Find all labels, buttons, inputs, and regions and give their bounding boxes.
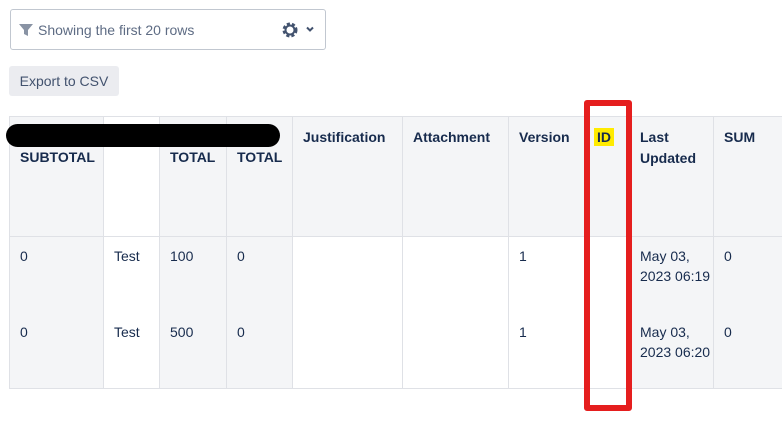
filter-icon bbox=[19, 24, 33, 36]
table-cell: Test bbox=[103, 236, 160, 313]
column-header[interactable]: Last Updated bbox=[629, 116, 714, 237]
redaction-bar bbox=[6, 124, 280, 147]
column-header[interactable]: Version bbox=[508, 116, 586, 237]
data-table: SUBTOTAL TOTAL TOTAL Justification Attac… bbox=[9, 116, 782, 400]
table-cell bbox=[292, 236, 403, 313]
table-cell: 100 bbox=[159, 236, 227, 313]
table-cell: 0 bbox=[226, 312, 293, 389]
table-cell: Test bbox=[103, 312, 160, 389]
table-row: 0 Test 100 0 1 May 03, 2023 06:19 0 bbox=[9, 236, 782, 313]
table-cell: 1 bbox=[508, 236, 586, 313]
table-cell: 1 bbox=[508, 312, 586, 389]
table-cell: 0 bbox=[9, 236, 104, 313]
settings-dropdown-button[interactable] bbox=[281, 21, 321, 41]
table-cell: 500 bbox=[159, 312, 227, 389]
table-cell bbox=[402, 236, 509, 313]
filter-label: Showing the first 20 rows bbox=[38, 22, 195, 38]
chevron-down-icon bbox=[306, 26, 314, 32]
gear-icon bbox=[282, 22, 298, 38]
table-row: 0 Test 500 0 1 May 03, 2023 06:20 0 bbox=[9, 312, 782, 389]
annotation-highlight-frame bbox=[584, 100, 632, 411]
table-cell bbox=[292, 312, 403, 389]
table-cell: May 03, 2023 06:20 bbox=[629, 312, 714, 389]
table-cell: 0 bbox=[9, 312, 104, 389]
filter-dropdown[interactable]: Showing the first 20 rows bbox=[10, 9, 326, 50]
column-header[interactable]: Attachment bbox=[402, 116, 509, 237]
table-cell bbox=[402, 312, 509, 389]
table-cell: May 03, 2023 06:19 bbox=[629, 236, 714, 313]
column-header[interactable]: Justification bbox=[292, 116, 403, 237]
column-header[interactable]: SUM bbox=[713, 116, 782, 237]
table-cell: 0 bbox=[713, 312, 782, 389]
table-cell: 0 bbox=[713, 236, 782, 313]
table-cell: 0 bbox=[226, 236, 293, 313]
export-csv-button[interactable]: Export to CSV bbox=[9, 66, 119, 96]
